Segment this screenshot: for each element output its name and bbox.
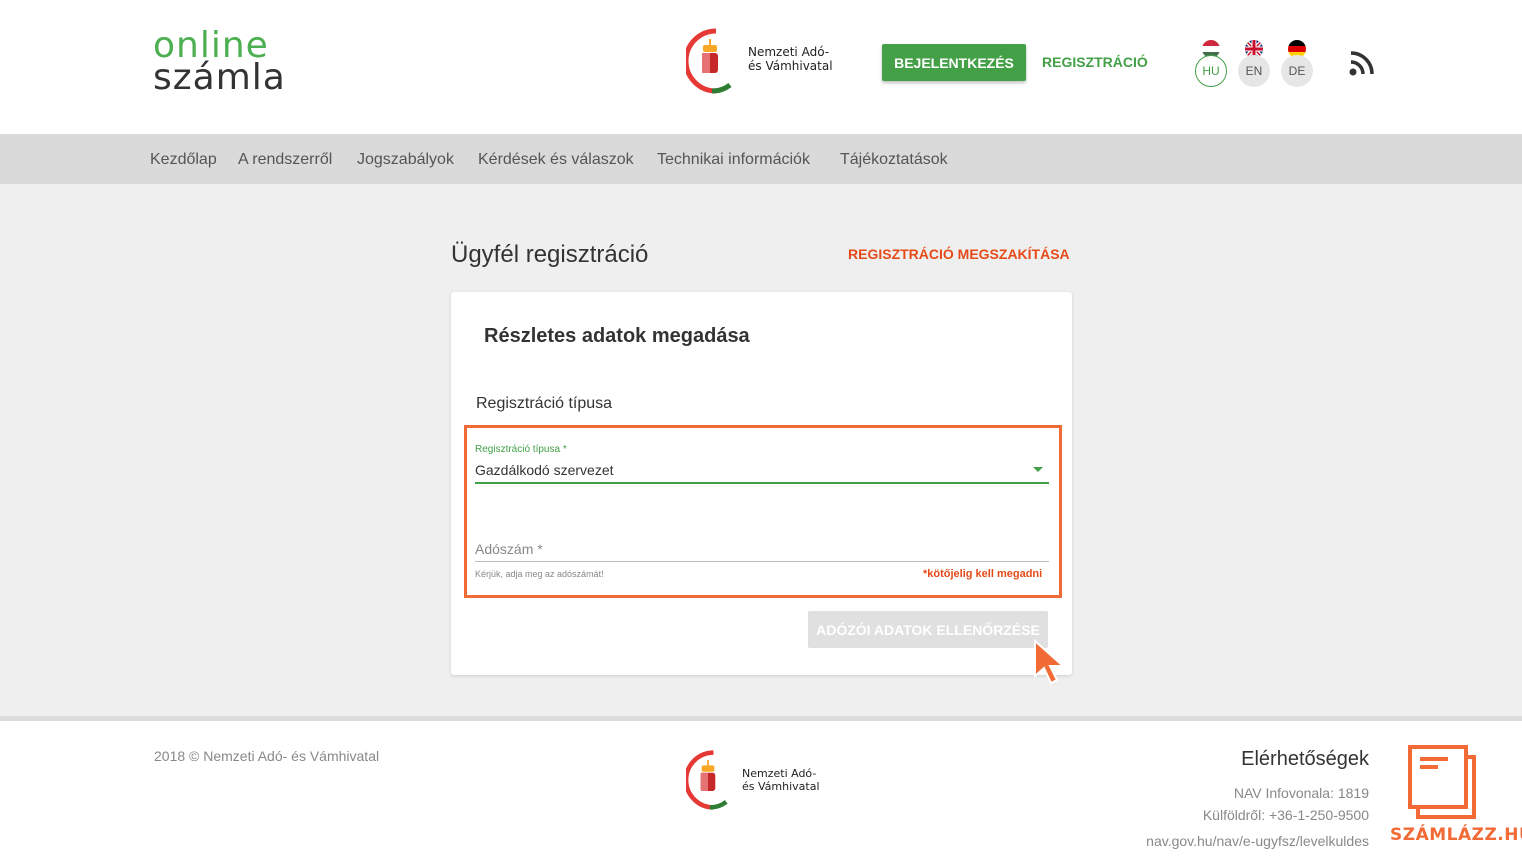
registration-type-label: Regisztráció típusa * (475, 444, 567, 455)
tax-number-underline (475, 561, 1049, 562)
contact-title: Elérhetőségek (1241, 748, 1369, 770)
registration-card: Részletes adatok megadása Regisztráció t… (451, 292, 1072, 675)
card-title: Részletes adatok megadása (484, 325, 750, 347)
tax-number-required-note: *kötőjelig kell megadni (923, 568, 1043, 580)
register-link[interactable]: REGISZTRÁCIÓ (1042, 54, 1148, 70)
contact-link[interactable]: nav.gov.hu/nav/e-ugyfsz/levelkuldes (1146, 833, 1369, 849)
dropdown-arrow-icon[interactable] (1033, 467, 1043, 472)
registration-type-select[interactable]: Gazdálkodó szervezet (475, 462, 614, 478)
select-underline (475, 482, 1049, 484)
footer-nav-name: Nemzeti Adó- és Vámhivatal (742, 767, 820, 793)
footer-nav-name-line2: és Vámhivatal (742, 780, 820, 793)
check-tax-data-button[interactable]: ADÓZÓI ADATOK ELLENŐRZÉSE (808, 611, 1048, 648)
nav-item-technical[interactable]: Technikai információk (657, 151, 810, 169)
document-icon (1408, 745, 1476, 819)
nav-emblem-icon (686, 28, 732, 94)
online-szamla-logo[interactable]: online számla (153, 28, 303, 100)
contact-abroad: Külföldről: +36-1-250-9500 (1202, 807, 1369, 823)
nav-name-line2: és Vámhivatal (748, 59, 833, 73)
footer-nav-name-line1: Nemzeti Adó- (742, 767, 817, 780)
header: online számla Nemzeti Adó- és Vámhivatal… (0, 0, 1522, 134)
nav-item-laws[interactable]: Jogszabályok (357, 151, 454, 169)
page-title: Ügyfél regisztráció (451, 241, 649, 268)
contact-infoline: NAV Infovonala: 1819 (1233, 785, 1369, 801)
main-nav: Kezdőlap A rendszerről Jogszabályok Kérd… (0, 134, 1522, 184)
lang-en[interactable]: EN (1238, 40, 1274, 88)
footer-emblem-icon (686, 750, 728, 810)
nav-item-home[interactable]: Kezdőlap (150, 151, 217, 169)
logo-line2: számla (153, 57, 286, 98)
tax-number-hint: Kérjük, adja meg az adószámát! (475, 569, 604, 579)
tax-number-input[interactable]: Adószám * (475, 541, 543, 557)
lang-de-code: DE (1281, 55, 1313, 87)
copyright: 2018 © Nemzeti Adó- és Vámhivatal (154, 748, 380, 764)
lang-hu-code: HU (1195, 55, 1227, 87)
rss-icon[interactable] (1349, 50, 1375, 76)
lang-hu[interactable]: HU (1195, 40, 1231, 88)
mouse-cursor-icon (1034, 638, 1066, 685)
login-button[interactable]: BEJELENTKEZÉS (882, 44, 1026, 81)
nav-logo: Nemzeti Adó- és Vámhivatal (686, 27, 846, 97)
nav-name: Nemzeti Adó- és Vámhivatal (748, 45, 833, 73)
lang-de[interactable]: DE (1281, 40, 1317, 88)
footer: 2018 © Nemzeti Adó- és Vámhivatal Nemzet… (0, 721, 1522, 868)
footer-nav-logo: Nemzeti Adó- és Vámhivatal (686, 749, 836, 813)
nav-item-faq[interactable]: Kérdések és válaszok (478, 151, 634, 169)
lang-en-code: EN (1238, 55, 1270, 87)
szamlazz-text: SZÁMLÁZZ.HU (1390, 825, 1522, 845)
szamlazz-watermark: SZÁMLÁZZ.HU (1390, 743, 1522, 848)
nav-item-notices[interactable]: Tájékoztatások (840, 151, 948, 169)
nav-name-line1: Nemzeti Adó- (748, 45, 830, 59)
section-label: Regisztráció típusa (476, 395, 613, 412)
cancel-registration-link[interactable]: REGISZTRÁCIÓ MEGSZAKÍTÁSA (848, 246, 1070, 262)
nav-item-about[interactable]: A rendszerről (238, 151, 332, 169)
